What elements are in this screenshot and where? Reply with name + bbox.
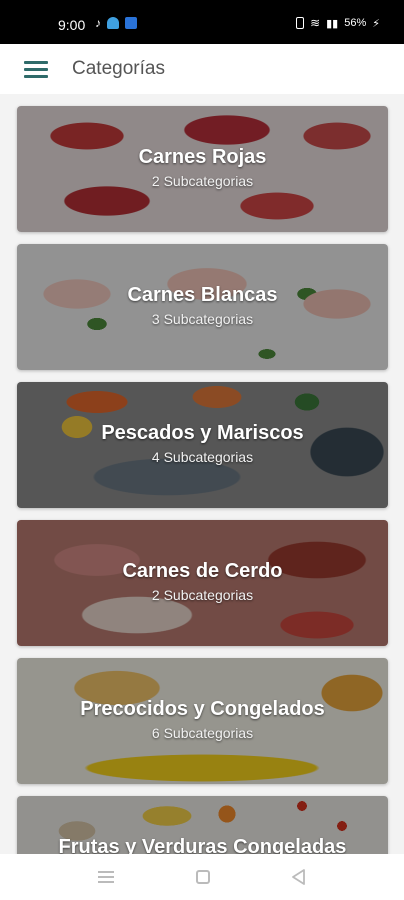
category-card-pescados-mariscos[interactable]: Pescados y Mariscos 4 Subcategorias [17,382,388,508]
category-subtitle: 6 Subcategorias [151,725,254,741]
back-icon[interactable] [290,868,308,886]
status-time: 9:00 [58,17,86,33]
charging-icon: ⚡ [372,17,380,30]
status-bar: 9:00 ♪ ≋ ▮▮ 56% ⚡ [0,0,404,44]
page-title: Categorías [72,58,165,79]
signal-icon: ▮▮ [326,17,339,30]
category-card-carnes-blancas[interactable]: Carnes Blancas 3 Subcategorias [17,244,388,370]
category-title: Carnes de Cerdo [122,560,283,582]
category-card-precocidos-congelados[interactable]: Precocidos y Congelados 6 Subcategorias [17,658,388,784]
category-subtitle: 4 Subcategorias [151,449,254,465]
category-title: Carnes Blancas [127,284,278,306]
category-card-carnes-rojas[interactable]: Carnes Rojas 2 Subcategorias [17,106,388,232]
hamburger-menu-icon[interactable] [24,61,48,79]
category-subtitle: 2 Subcategorias [151,587,254,603]
category-subtitle: 3 Subcategorias [151,311,254,327]
tiktok-icon: ♪ [95,16,101,30]
vibrate-icon [296,17,305,29]
category-card-frutas-verduras[interactable]: Frutas y Verduras Congeladas [17,796,388,854]
home-icon[interactable] [194,868,212,886]
battery-level: 56% [344,17,367,29]
shield-icon [107,17,119,29]
category-title: Frutas y Verduras Congeladas [58,836,347,854]
category-title: Precocidos y Congelados [80,698,325,720]
category-card-carnes-cerdo[interactable]: Carnes de Cerdo 2 Subcategorias [17,520,388,646]
bluetooth-app-icon [125,17,137,29]
system-nav-bar [0,854,404,900]
category-list[interactable]: Carnes Rojas 2 Subcategorias Carnes Blan… [0,94,404,854]
app-bar: Categorías [0,44,404,94]
wifi-icon: ≋ [310,16,321,30]
category-subtitle: 2 Subcategorias [151,173,254,189]
system-icons: ≋ ▮▮ 56% ⚡ [296,16,380,30]
recent-apps-icon[interactable] [97,868,115,886]
category-title: Pescados y Mariscos [101,422,304,444]
category-title: Carnes Rojas [138,146,267,168]
notification-icons: ♪ [95,16,137,30]
